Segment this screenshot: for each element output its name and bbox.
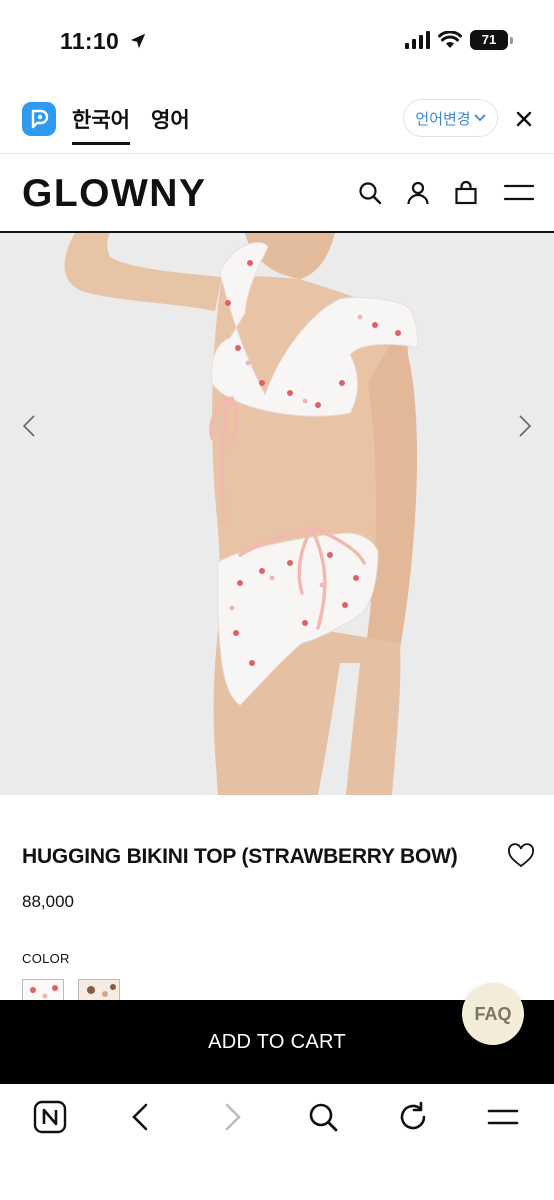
site-header: GLOWNY: [0, 155, 554, 233]
site-logo[interactable]: GLOWNY: [22, 172, 206, 216]
translation-bar: 한국어 영어 언어변경: [0, 84, 554, 154]
close-icon[interactable]: [513, 108, 535, 130]
chevron-down-icon: [473, 114, 486, 122]
change-language-label: 언어변경: [415, 110, 471, 128]
faq-label: FAQ: [474, 1003, 512, 1024]
refresh-icon[interactable]: [396, 1100, 430, 1134]
search-icon[interactable]: [357, 180, 383, 206]
naver-home-icon[interactable]: [33, 1100, 67, 1134]
browser-toolbar: [0, 1084, 554, 1200]
back-icon[interactable]: [124, 1100, 158, 1134]
battery-level: 71: [481, 32, 497, 47]
product-photo: [0, 233, 554, 795]
next-image-icon[interactable]: [516, 413, 534, 439]
tab-english[interactable]: 영어: [151, 104, 190, 142]
tab-korean[interactable]: 한국어: [72, 104, 130, 145]
status-time: 11:10: [60, 28, 147, 55]
status-icons: 71: [405, 30, 513, 50]
heart-icon[interactable]: [507, 843, 535, 869]
cellular-signal-icon: [405, 31, 430, 49]
status-bar: 11:10 71: [0, 0, 554, 84]
product-price: 88,000: [22, 892, 74, 911]
location-arrow-icon: [130, 33, 145, 49]
papago-logo-icon[interactable]: [22, 102, 56, 136]
product-title: HUGGING BIKINI TOP (STRAWBERRY BOW): [22, 845, 458, 868]
color-swatch-brown[interactable]: [78, 979, 120, 1001]
battery-icon: 71: [470, 30, 513, 50]
add-to-cart-label: ADD TO CART: [208, 1030, 346, 1053]
product-image-slider[interactable]: [0, 233, 554, 795]
clock: 11:10: [60, 28, 120, 54]
change-language-button[interactable]: 언어변경: [403, 99, 498, 137]
color-label: COLOR: [22, 951, 70, 966]
search-icon[interactable]: [306, 1100, 340, 1134]
wifi-icon: [438, 31, 462, 48]
hamburger-menu-icon[interactable]: [486, 1100, 520, 1134]
user-icon[interactable]: [405, 180, 431, 206]
hamburger-menu-icon[interactable]: [503, 180, 535, 206]
faq-button[interactable]: FAQ: [462, 983, 524, 1045]
shopping-bag-icon[interactable]: [453, 180, 479, 206]
forward-icon[interactable]: [215, 1100, 249, 1134]
color-swatch-white[interactable]: [22, 979, 64, 1001]
previous-image-icon[interactable]: [20, 413, 38, 439]
